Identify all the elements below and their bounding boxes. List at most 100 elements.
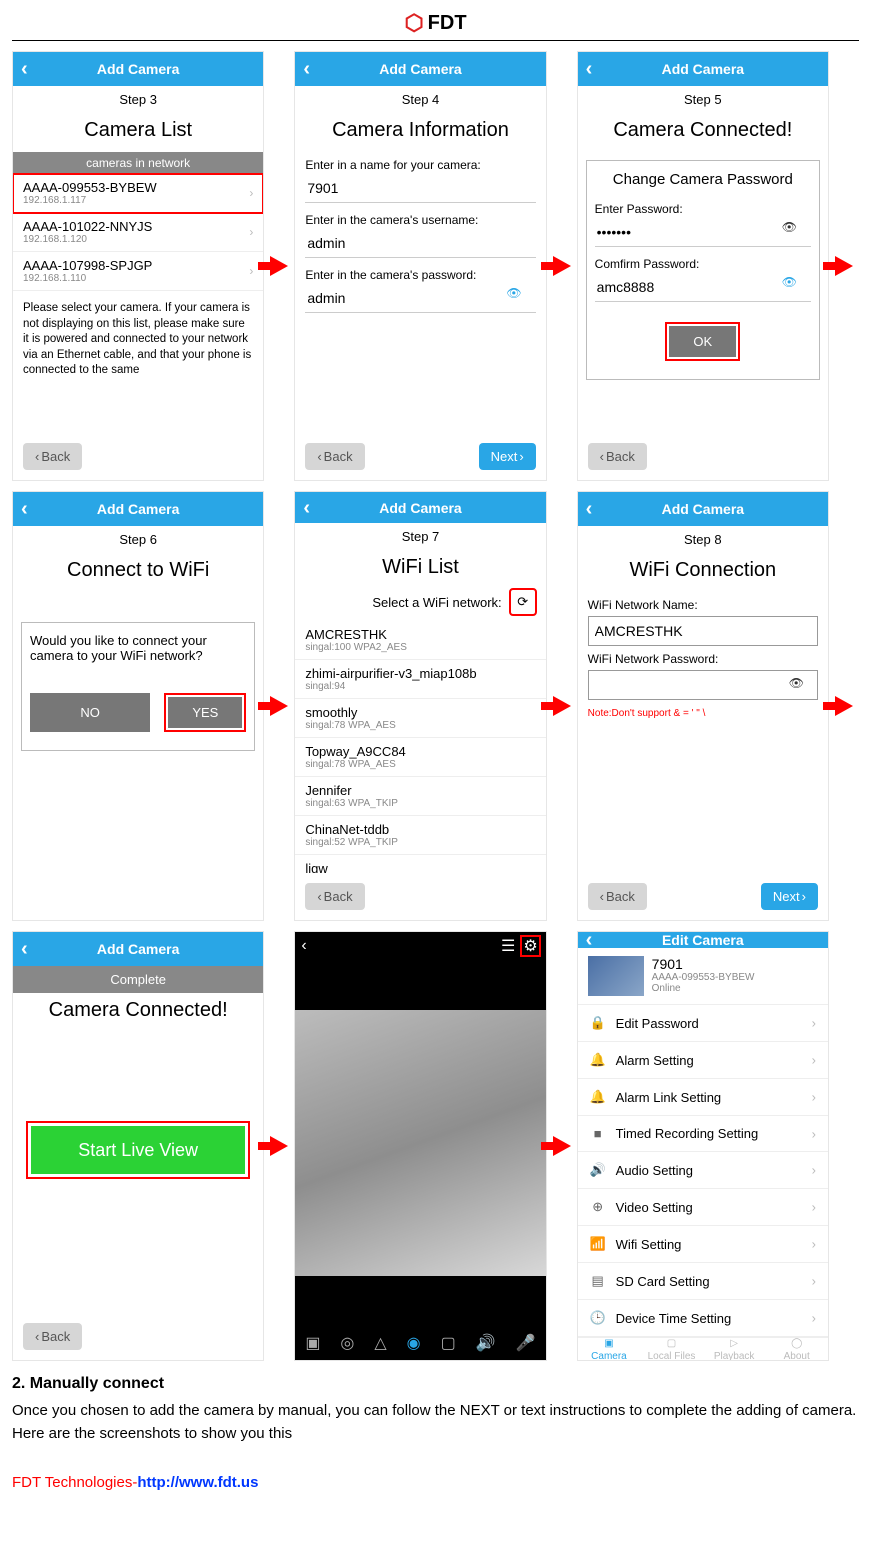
camera-name: 7901 [652, 956, 755, 972]
wifi-list-item[interactable]: zhimi-airpurifier-v3_miap108bsingal:94 [295, 660, 545, 699]
arrow-right-icon [835, 696, 853, 716]
nav-title: Edit Camera [662, 932, 744, 948]
camera-icon[interactable]: ◉ [407, 1333, 421, 1353]
eye-icon[interactable]: 👁 [506, 286, 521, 300]
menu-item-sd-card[interactable]: ▤SD Card Setting› [578, 1263, 828, 1300]
speaker-icon: 🔊 [590, 1162, 606, 1178]
next-button[interactable]: Next › [761, 883, 818, 910]
menu-item-timed-recording[interactable]: ■Timed Recording Setting› [578, 1116, 828, 1152]
back-chevron-icon[interactable]: ‹ [21, 939, 28, 959]
screen-title: Camera List [13, 113, 263, 152]
section-body: Once you chosen to add the camera by man… [12, 1399, 859, 1446]
chevron-right-icon: › [812, 1126, 816, 1141]
enter-password-input[interactable] [595, 220, 811, 247]
wifi-password-input[interactable] [588, 670, 818, 700]
back-button[interactable]: ‹ Back [23, 1323, 82, 1350]
wifi-list-item[interactable]: smoothlysingal:78 WPA_AES [295, 699, 545, 738]
wifi-list-item[interactable]: AMCRESTHKsingal:100 WPA2_AES [295, 621, 545, 660]
camera-summary: 7901 AAAA-099553-BYBEW Online [578, 948, 828, 1005]
back-button[interactable]: ‹ Back [305, 443, 364, 470]
yes-button[interactable]: YES [168, 697, 242, 728]
camera-name-input[interactable] [305, 176, 535, 203]
tab-local-files[interactable]: ▢Local Files [640, 1338, 703, 1361]
back-button[interactable]: ‹ Back [23, 443, 82, 470]
footer-company: FDT Technologies- [12, 1474, 137, 1491]
wifi-name-input[interactable] [588, 616, 818, 646]
note-text: Note:Don't support & = ' " \ [578, 706, 828, 721]
prompt-text: Would you like to connect your camera to… [30, 633, 246, 663]
arrow-right-icon [270, 1136, 288, 1156]
chevron-right-icon: › [812, 1163, 816, 1178]
flow-arrow [547, 51, 577, 481]
footer-link[interactable]: http://www.fdt.us [137, 1474, 258, 1491]
eye-icon[interactable]: 👁 [782, 275, 797, 289]
lock-icon: 🔒 [590, 1015, 606, 1031]
menu-item-audio-setting[interactable]: 🔊Audio Setting› [578, 1152, 828, 1189]
back-chevron-icon[interactable]: ‹ [586, 499, 593, 519]
sliders-icon[interactable]: ☰ [501, 936, 515, 956]
password-input[interactable] [305, 286, 535, 313]
chevron-right-icon: › [812, 1016, 816, 1031]
flow-arrow [829, 491, 859, 921]
menu-item-edit-password[interactable]: 🔒Edit Password› [578, 1005, 828, 1042]
wifi-list-item[interactable]: Topway_A9CC84singal:78 WPA_AES [295, 738, 545, 777]
wifi-list-item[interactable]: ChinaNet-tddbsingal:52 WPA_TKIP [295, 816, 545, 855]
menu-item-alarm-setting[interactable]: 🔔Alarm Setting› [578, 1042, 828, 1079]
chevron-right-icon: › [812, 1200, 816, 1215]
speaker-icon[interactable]: 🔊 [476, 1333, 496, 1353]
record-icon[interactable]: ▢ [441, 1333, 456, 1353]
back-button[interactable]: ‹ Back [588, 883, 647, 910]
tab-playback[interactable]: ▷Playback [703, 1338, 766, 1361]
gear-icon[interactable]: ⚙ [521, 936, 539, 956]
arrow-right-icon [553, 696, 571, 716]
no-button[interactable]: NO [30, 693, 150, 732]
back-button[interactable]: ‹ Back [588, 443, 647, 470]
flow-arrow [264, 931, 294, 1361]
arrow-right-icon [270, 696, 288, 716]
gallery-icon[interactable]: ▣ [305, 1333, 320, 1353]
next-button[interactable]: Next › [479, 443, 536, 470]
camera-list-item[interactable]: AAAA-101022-NNYJS 192.168.1.120 › [13, 213, 263, 252]
camera-list-item[interactable]: AAAA-107998-SPJGP 192.168.1.110 › [13, 252, 263, 291]
screenshot-step7: ‹ Add Camera Step 7 WiFi List Select a W… [294, 491, 546, 921]
camera-ip: 192.168.1.120 [23, 234, 253, 245]
eye-icon[interactable]: 👁 [782, 220, 797, 234]
back-chevron-icon[interactable]: ‹ [586, 931, 593, 950]
wifi-list-item[interactable]: ligwsingal:52 WPA AES [295, 855, 545, 873]
menu-item-video-setting[interactable]: ⊕Video Setting› [578, 1189, 828, 1226]
start-live-view-button[interactable]: Start Live View [31, 1126, 245, 1174]
menu-item-device-time[interactable]: 🕒Device Time Setting› [578, 1300, 828, 1337]
confirm-password-input[interactable] [595, 275, 811, 302]
flow-arrow [547, 491, 577, 921]
warning-icon[interactable]: △ [374, 1333, 386, 1353]
back-chevron-icon[interactable]: ‹ [21, 499, 28, 519]
mic-icon[interactable]: 🎤 [516, 1333, 536, 1353]
chevron-right-icon: › [812, 1090, 816, 1105]
camera-list-item[interactable]: AAAA-099553-BYBEW 192.168.1.117 › [13, 174, 263, 213]
wifi-prompt-panel: Would you like to connect your camera to… [21, 622, 255, 751]
username-input[interactable] [305, 231, 535, 258]
back-chevron-icon[interactable]: ‹ [303, 498, 310, 518]
wifi-list-item[interactable]: Jennifersingal:63 WPA_TKIP [295, 777, 545, 816]
eye-icon[interactable]: 👁 [789, 676, 804, 690]
menu-item-alarm-link[interactable]: 🔔Alarm Link Setting› [578, 1079, 828, 1116]
logo: ⬡ FDT [404, 10, 466, 36]
refresh-button[interactable]: ⟳ [510, 589, 536, 615]
back-chevron-icon[interactable]: ‹ [301, 937, 306, 955]
live-top-bar: ‹ ☰ ⚙ [295, 932, 545, 960]
tab-about[interactable]: ◯About [765, 1338, 828, 1361]
flow-arrow [264, 51, 294, 481]
back-chevron-icon[interactable]: ‹ [303, 59, 310, 79]
camera-id: AAAA-107998-SPJGP [23, 258, 253, 273]
snapshot-icon[interactable]: ◎ [340, 1333, 354, 1353]
tab-camera[interactable]: ▣Camera [578, 1338, 641, 1361]
back-chevron-icon[interactable]: ‹ [586, 59, 593, 79]
back-button[interactable]: ‹ Back [305, 883, 364, 910]
back-chevron-icon[interactable]: ‹ [21, 59, 28, 79]
menu-item-wifi-setting[interactable]: 📶Wifi Setting› [578, 1226, 828, 1263]
chevron-right-icon: › [249, 186, 253, 200]
arrow-right-icon [835, 256, 853, 276]
ok-button[interactable]: OK [669, 326, 736, 357]
screenshot-step3: ‹ Add Camera Step 3 Camera List cameras … [12, 51, 264, 481]
camera-feed[interactable] [295, 1010, 545, 1276]
